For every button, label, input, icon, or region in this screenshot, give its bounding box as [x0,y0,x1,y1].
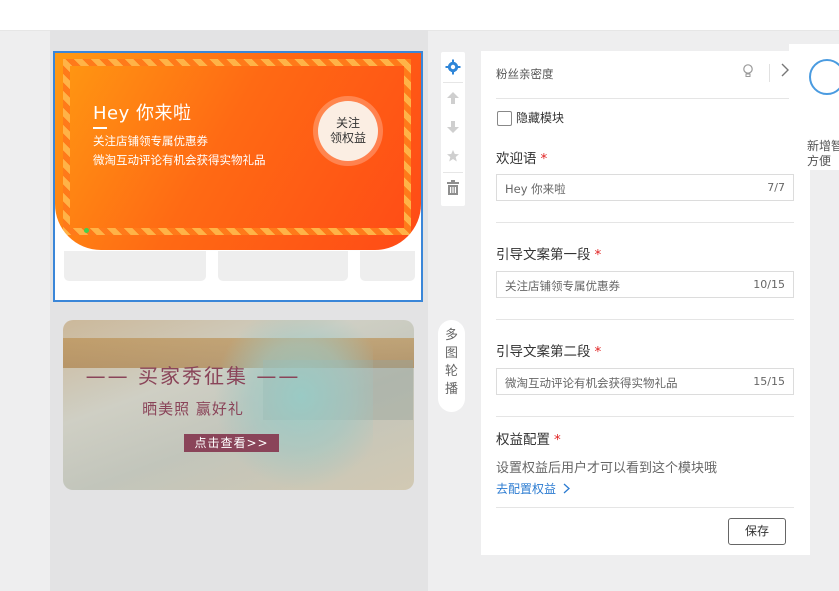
greeting-underline [93,127,107,129]
follow-button-line-1: 关注 [335,116,360,130]
multi-image-carousel-tab[interactable]: 多 图 轮 播 [438,320,465,412]
toolbar-divider [443,172,463,173]
char-count: 10/15 [753,278,785,291]
chevron-right-icon [563,483,570,494]
guide-text-2-input[interactable]: 微淘互动评论有机会获得实物礼品 15/15 [496,368,794,395]
divider [496,416,794,417]
trash-icon[interactable] [445,180,461,196]
follow-benefit-button[interactable]: 关注 领权益 [318,101,378,161]
divider [496,507,794,508]
welcome-banner: Hey 你来啦 关注店铺领专属优惠券 微淘互动评论有机会获得实物礼品 关注 领权… [55,53,421,250]
buyer-show-title: —— 买家秀征集 —— [85,364,301,388]
tip-text-line: 方便 [807,154,832,168]
field-label-text: 权益配置 [496,432,550,448]
required-asterisk: * [554,432,561,448]
required-asterisk: * [594,247,602,263]
greeting-text: Hey 你来啦 [93,103,192,124]
chevron-right-icon[interactable] [781,62,789,81]
carousel-tag-char: 播 [444,382,458,397]
lightbulb-icon[interactable] [742,64,754,82]
gear-icon[interactable] [445,59,461,75]
save-button[interactable]: 保存 [728,518,786,545]
coupon-card [64,251,206,281]
follow-button-line-2: 领权益 [329,131,366,145]
configure-benefit-link[interactable]: 去配置权益 [496,480,570,497]
welcome-text-label: 欢迎语 * [496,147,547,167]
divider [496,98,794,99]
char-count: 7/7 [767,181,785,194]
input-value: 微淘互动评论有机会获得实物礼品 [505,376,678,390]
tip-panel: 新增智 方便 [789,44,839,170]
guide-text-1-input[interactable]: 关注店铺领专属优惠券 10/15 [496,271,794,298]
hide-module-label: 隐藏模块 [516,111,565,125]
module-toolbar [441,52,465,206]
guide-line-1: 关注店铺领专属优惠券 [93,134,208,148]
carousel-tag-char: 图 [444,346,458,361]
required-asterisk: * [594,344,602,360]
guide-text-2-label: 引导文案第二段 * [496,340,601,360]
carousel-tag-char: 轮 [444,364,458,379]
coupon-card [218,251,348,281]
tip-text: 新增智 方便 [807,139,839,169]
benefit-description: 设置权益后用户才可以看到这个模块哦 [496,461,718,476]
module-settings-panel: 粉丝亲密度 隐藏模块 欢迎语 * Hey 你来啦 7/7 引导文案第一段 * 关注店… [481,51,810,555]
benefit-config-label: 权益配置 * [496,428,561,448]
field-label-text: 引导文案第一段 [496,247,591,263]
welcome-module-selected[interactable]: Hey 你来啦 关注店铺领专属优惠券 微淘互动评论有机会获得实物礼品 关注 领权… [53,51,423,302]
field-label-text: 引导文案第二段 [496,344,591,360]
guide-text-1-label: 引导文案第一段 * [496,243,601,263]
configure-benefit-link-text: 去配置权益 [496,482,557,496]
status-dot [84,228,89,233]
buyer-show-subtitle: 晒美照 赢好礼 [142,400,244,418]
panel-title: 粉丝亲密度 [496,67,554,81]
carousel-tag-char: 多 [444,328,458,343]
hide-module-checkbox[interactable] [497,111,512,126]
top-bar [0,0,839,31]
arrow-up-icon[interactable] [445,90,461,106]
divider [496,222,794,223]
arrow-down-icon[interactable] [445,119,461,135]
guide-line-2: 微淘互动评论有机会获得实物礼品 [93,153,266,167]
input-value: 关注店铺领专属优惠券 [505,279,620,293]
star-icon[interactable] [445,148,461,164]
header-divider [769,64,770,82]
char-count: 15/15 [753,375,785,388]
tip-text-line: 新增智 [807,139,839,153]
field-label-text: 欢迎语 [496,151,537,167]
toolbar-divider [443,82,463,83]
required-asterisk: * [540,151,548,167]
buyer-show-cta-button[interactable]: 点击查看>> [184,434,279,452]
lightbulb-icon [809,59,839,95]
coupon-card [360,251,415,281]
input-value: Hey 你来啦 [505,182,566,196]
welcome-text-input[interactable]: Hey 你来啦 7/7 [496,174,794,201]
divider [496,319,794,320]
buyer-show-banner[interactable]: —— 买家秀征集 —— 晒美照 赢好礼 点击查看>> [63,320,414,490]
